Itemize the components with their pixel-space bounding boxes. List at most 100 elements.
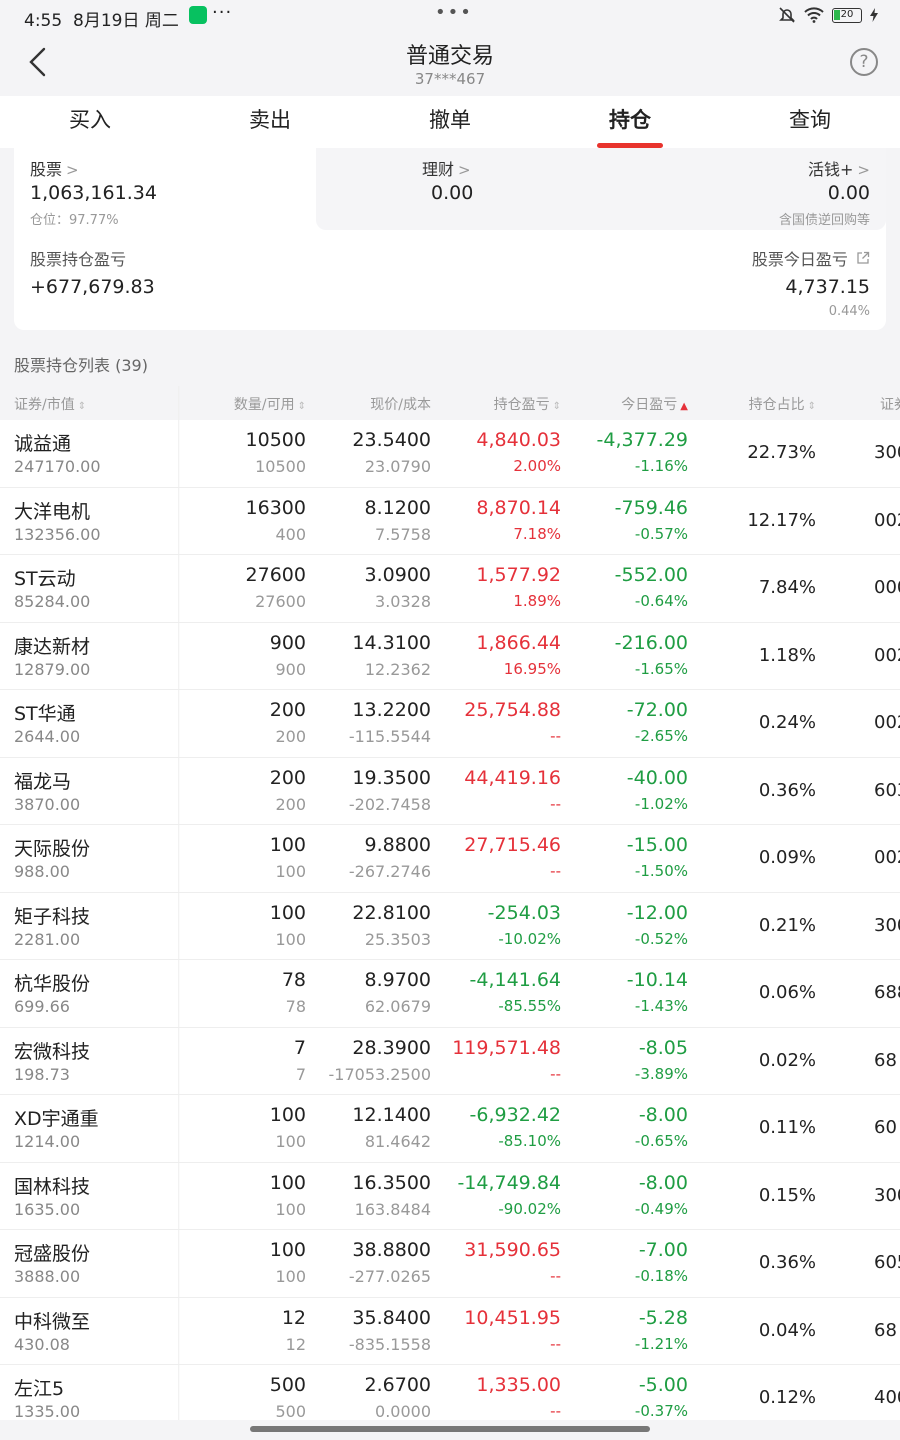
table-row[interactable]: ST云动 85284.00 27600 27600 3.0900 3.0328 1,577.… xyxy=(0,555,900,623)
holding-pl-percent: 7.18% xyxy=(513,524,561,543)
header-ratio[interactable]: 持仓占比 ⇕ xyxy=(749,394,816,414)
table-row[interactable]: 左江5 1335.00 500 500 2.6700 0.0000 1,335.00 -- -5… xyxy=(0,1365,900,1420)
table-row[interactable]: 冠盛股份 3888.00 100 100 38.8800 -277.0265 31,590.… xyxy=(0,1230,900,1298)
quantity: 100 xyxy=(269,1239,306,1261)
holding-pl: 25,754.88 xyxy=(464,699,561,721)
market-value: 198.73 xyxy=(14,1064,70,1084)
cash-plus-link[interactable]: 活钱+ > xyxy=(808,156,870,180)
today-pl: -216.00 xyxy=(614,631,688,654)
available-quantity: 200 xyxy=(275,727,306,746)
table-row[interactable]: 中科微至 430.08 12 12 35.8400 -835.1558 10,451.95 -… xyxy=(0,1298,900,1365)
holding-pl-percent: -- xyxy=(550,1064,561,1083)
cash-plus-value: 0.00 xyxy=(827,182,870,204)
stock-name: 杭华股份 xyxy=(14,973,91,995)
current-price: 22.8100 xyxy=(352,901,431,924)
stock-code: 603 xyxy=(874,779,900,801)
stock-code: 300 xyxy=(874,1184,900,1206)
sort-icon: ⇕ xyxy=(807,401,816,412)
positions-list-title: 股票持仓列表 (39) xyxy=(14,356,148,375)
wealth-value: 0.00 xyxy=(431,182,474,204)
table-row[interactable]: 大洋电机 132356.00 16300 400 8.1200 7.5758 8,870.1… xyxy=(0,488,900,555)
available-quantity: 900 xyxy=(275,659,306,679)
holding-pl: 31,590.65 xyxy=(464,1239,561,1261)
table-row[interactable]: ST华通 2644.00 200 200 13.2200 -115.5544 25,754.… xyxy=(0,690,900,758)
today-pl: -10.14 xyxy=(626,969,688,991)
quantity: 78 xyxy=(281,969,306,991)
cost-price: -277.0265 xyxy=(348,1267,431,1286)
stock-code: 002 xyxy=(874,847,900,868)
today-pl: -7.00 xyxy=(638,1239,688,1261)
cost-price: 81.4642 xyxy=(364,1132,431,1151)
status-time: 4:55 8月19日 周二 xyxy=(24,11,179,31)
stock-name: 冠盛股份 xyxy=(14,1243,91,1265)
holding-pl-percent: 16.95% xyxy=(503,659,561,678)
table-row[interactable]: 杭华股份 699.66 78 78 8.9700 62.0679 -4,141.64 -85.… xyxy=(0,960,900,1028)
cost-price: -115.5544 xyxy=(348,727,431,746)
home-indicator[interactable] xyxy=(250,1426,650,1432)
stock-assets-link[interactable]: 股票 > xyxy=(30,156,79,180)
quantity: 100 xyxy=(269,901,306,924)
table-row[interactable]: XD宇通重 1214.00 100 100 12.1400 81.4642 -6,932.4… xyxy=(0,1095,900,1163)
holding-pl: 1,866.44 xyxy=(476,631,561,654)
stock-code: 68 xyxy=(874,1319,897,1341)
header-code[interactable]: 证券 xyxy=(880,394,900,414)
account-number: 37***467 xyxy=(414,70,486,88)
stock-assets-value: 1,063,161.34 xyxy=(30,182,157,204)
current-price: 23.5400 xyxy=(352,429,431,451)
header-qty[interactable]: 数量/可用 ⇕ xyxy=(234,394,306,414)
position-ratio: 0.36% xyxy=(758,1252,816,1273)
today-pl-percent: -1.50% xyxy=(634,862,688,880)
battery-icon: 20 xyxy=(832,7,862,23)
table-row[interactable]: 诚益通 247170.00 10500 10500 23.5400 23.0790 4,84… xyxy=(0,420,900,488)
cash-plus-note: 含国债逆回购等 xyxy=(778,213,870,228)
stock-code: 300 xyxy=(874,914,900,936)
table-row[interactable]: 宏微科技 198.73 7 7 28.3900 -17053.2500 119,571.48… xyxy=(0,1028,900,1095)
cost-price: -267.2746 xyxy=(348,862,431,881)
stock-name: 福龙马 xyxy=(14,770,72,793)
available-quantity: 200 xyxy=(275,794,306,814)
table-row[interactable]: 矩子科技 2281.00 100 100 22.8100 25.3503 -254.03 -1… xyxy=(0,893,900,960)
current-price: 35.8400 xyxy=(352,1306,431,1329)
today-pl: -8.00 xyxy=(638,1171,688,1194)
tab-sell[interactable]: 卖出 xyxy=(180,96,360,148)
header-name[interactable]: 证券/市值 ⇕ xyxy=(14,394,86,414)
header-today[interactable]: 今日盈亏 ▲ xyxy=(621,394,688,414)
today-pl: -5.00 xyxy=(638,1374,688,1396)
stock-name: 天际股份 xyxy=(14,838,91,860)
table-row[interactable]: 福龙马 3870.00 200 200 19.3500 -202.7458 44,419.1… xyxy=(0,758,900,825)
position-ratio: 0.11% xyxy=(758,1117,816,1138)
stock-name: 中科微至 xyxy=(14,1310,91,1333)
tab-cancel-order[interactable]: 撤单 xyxy=(360,96,540,148)
available-quantity: 100 xyxy=(275,1199,306,1219)
stock-code: 002 xyxy=(874,712,900,733)
table-row[interactable]: 康达新材 12879.00 900 900 14.3100 12.2362 1,866.44… xyxy=(0,623,900,690)
help-icon[interactable]: ? xyxy=(850,48,878,76)
available-quantity: 100 xyxy=(275,862,306,881)
tab-buy[interactable]: 买入 xyxy=(0,96,180,148)
table-row[interactable]: 国林科技 1635.00 100 100 16.3500 163.8484 -14,749.… xyxy=(0,1163,900,1230)
page-title: 普通交易 xyxy=(405,44,494,69)
today-pl-value: 4,737.15 xyxy=(785,276,870,298)
stock-name: 矩子科技 xyxy=(14,905,91,928)
market-value: 3870.00 xyxy=(14,794,81,814)
market-value: 247170.00 xyxy=(14,457,101,476)
table-row[interactable]: 天际股份 988.00 100 100 9.8800 -267.2746 27,715.46… xyxy=(0,825,900,893)
wealth-link[interactable]: 理财 > xyxy=(422,156,471,180)
holding-pl: 4,840.03 xyxy=(476,429,561,451)
stock-code: 688 xyxy=(874,982,900,1003)
tab-query[interactable]: 查询 xyxy=(720,96,900,148)
today-pl-link[interactable]: 股票今日盈亏 xyxy=(752,246,870,270)
position-ratio: 12.17% xyxy=(747,509,816,531)
tab-positions[interactable]: 持仓 xyxy=(540,96,720,148)
sort-icon: ⇕ xyxy=(77,401,87,412)
positions-table-header: 证券/市值⇕ 数量/可用⇕ 现价/成本 持仓盈亏⇕ 今日盈亏▲ 持仓占比⇕ 证券 xyxy=(0,386,900,420)
chevron-right-icon: > xyxy=(458,161,471,179)
holding-pl-percent: -- xyxy=(550,862,561,880)
window-handle-dots[interactable]: ••• xyxy=(435,2,473,23)
holding-pl: -14,749.84 xyxy=(457,1171,561,1194)
current-price: 8.9700 xyxy=(364,969,431,991)
positions-table[interactable]: 诚益通 247170.00 10500 10500 23.5400 23.0790 4,84… xyxy=(0,420,900,1420)
header-pl[interactable]: 持仓盈亏 ⇕ xyxy=(494,394,561,414)
holding-pl: 44,419.16 xyxy=(464,766,561,789)
today-pl-percent: -1.02% xyxy=(634,794,688,813)
